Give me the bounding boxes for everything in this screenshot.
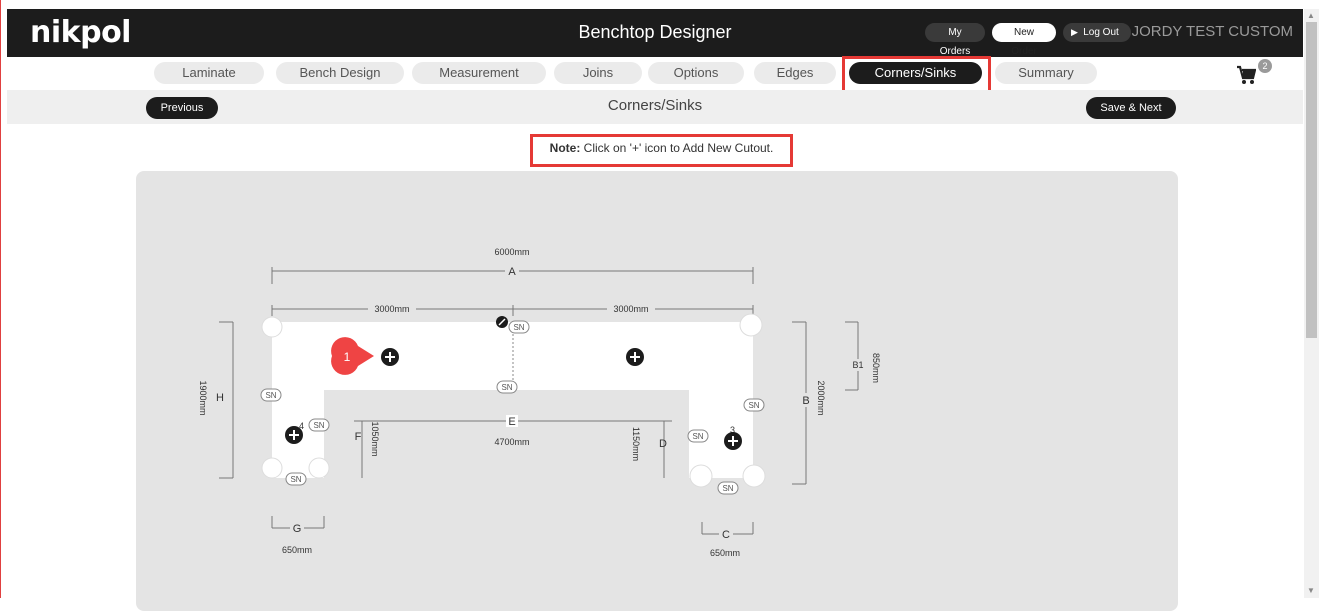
dim-top-total: 6000mm: [494, 247, 529, 257]
add-cutout-icon[interactable]: [724, 432, 742, 450]
dim-right-b1: 850mm: [871, 353, 881, 383]
corner-handle[interactable]: [689, 464, 713, 488]
dim-inner-width: 4700mm: [494, 437, 529, 447]
dim-top-left: 3000mm: [374, 304, 409, 314]
add-cutout-icon[interactable]: [381, 348, 399, 366]
sn-badge[interactable]: SN: [508, 320, 530, 334]
dim-left-leg: 650mm: [282, 545, 312, 555]
dim-inner-left: 1050mm: [370, 421, 380, 456]
svg-text:SN: SN: [265, 391, 276, 400]
svg-text:SN: SN: [501, 383, 512, 392]
scrollbar-thumb[interactable]: [1306, 22, 1317, 338]
letter-h: H: [216, 392, 224, 404]
edit-icon[interactable]: [496, 316, 508, 328]
dim-left-height: 1900mm: [198, 380, 208, 415]
letter-c: C: [722, 529, 730, 541]
cutout-marker-number: 1: [344, 350, 351, 364]
letter-a: A: [508, 266, 516, 278]
letter-f: F: [355, 431, 362, 443]
svg-text:SN: SN: [513, 323, 524, 332]
sn-badge[interactable]: SN: [687, 429, 709, 443]
sn-badge[interactable]: SN: [743, 398, 765, 412]
letter-b1: B1: [852, 360, 863, 370]
add-cutout-icon[interactable]: [285, 426, 303, 444]
sn-badge[interactable]: SN: [717, 481, 739, 495]
add-cutout-icon[interactable]: [626, 348, 644, 366]
scroll-up-icon[interactable]: ▲: [1307, 11, 1315, 20]
dim-right-height: 2000mm: [816, 380, 826, 415]
svg-text:SN: SN: [748, 401, 759, 410]
dim-inner-right: 1150mm: [631, 427, 641, 461]
sn-badge[interactable]: SN: [285, 472, 307, 486]
corner-handle[interactable]: [308, 457, 330, 479]
sn-badge[interactable]: SN: [260, 388, 282, 402]
bench-diagram: 6000mm A 3000mm 3000mm SN SN SN SN SN SN…: [198, 247, 881, 558]
letter-e: E: [508, 416, 515, 428]
dim-right-leg: 650mm: [710, 548, 740, 558]
corner-handle[interactable]: [261, 316, 283, 338]
svg-text:SN: SN: [290, 475, 301, 484]
sn-badge[interactable]: SN: [308, 418, 330, 432]
letter-b: B: [802, 395, 809, 407]
dim-top-right: 3000mm: [613, 304, 648, 314]
scroll-down-icon[interactable]: ▼: [1307, 586, 1315, 595]
corner-handle[interactable]: [742, 464, 766, 488]
svg-text:SN: SN: [722, 484, 733, 493]
svg-text:SN: SN: [313, 421, 324, 430]
corner-handle[interactable]: [261, 457, 283, 479]
letter-g: G: [293, 523, 302, 535]
svg-text:SN: SN: [692, 432, 703, 441]
sn-badge[interactable]: SN: [496, 380, 518, 394]
corner-handle[interactable]: [739, 313, 763, 337]
letter-d: D: [659, 438, 667, 450]
